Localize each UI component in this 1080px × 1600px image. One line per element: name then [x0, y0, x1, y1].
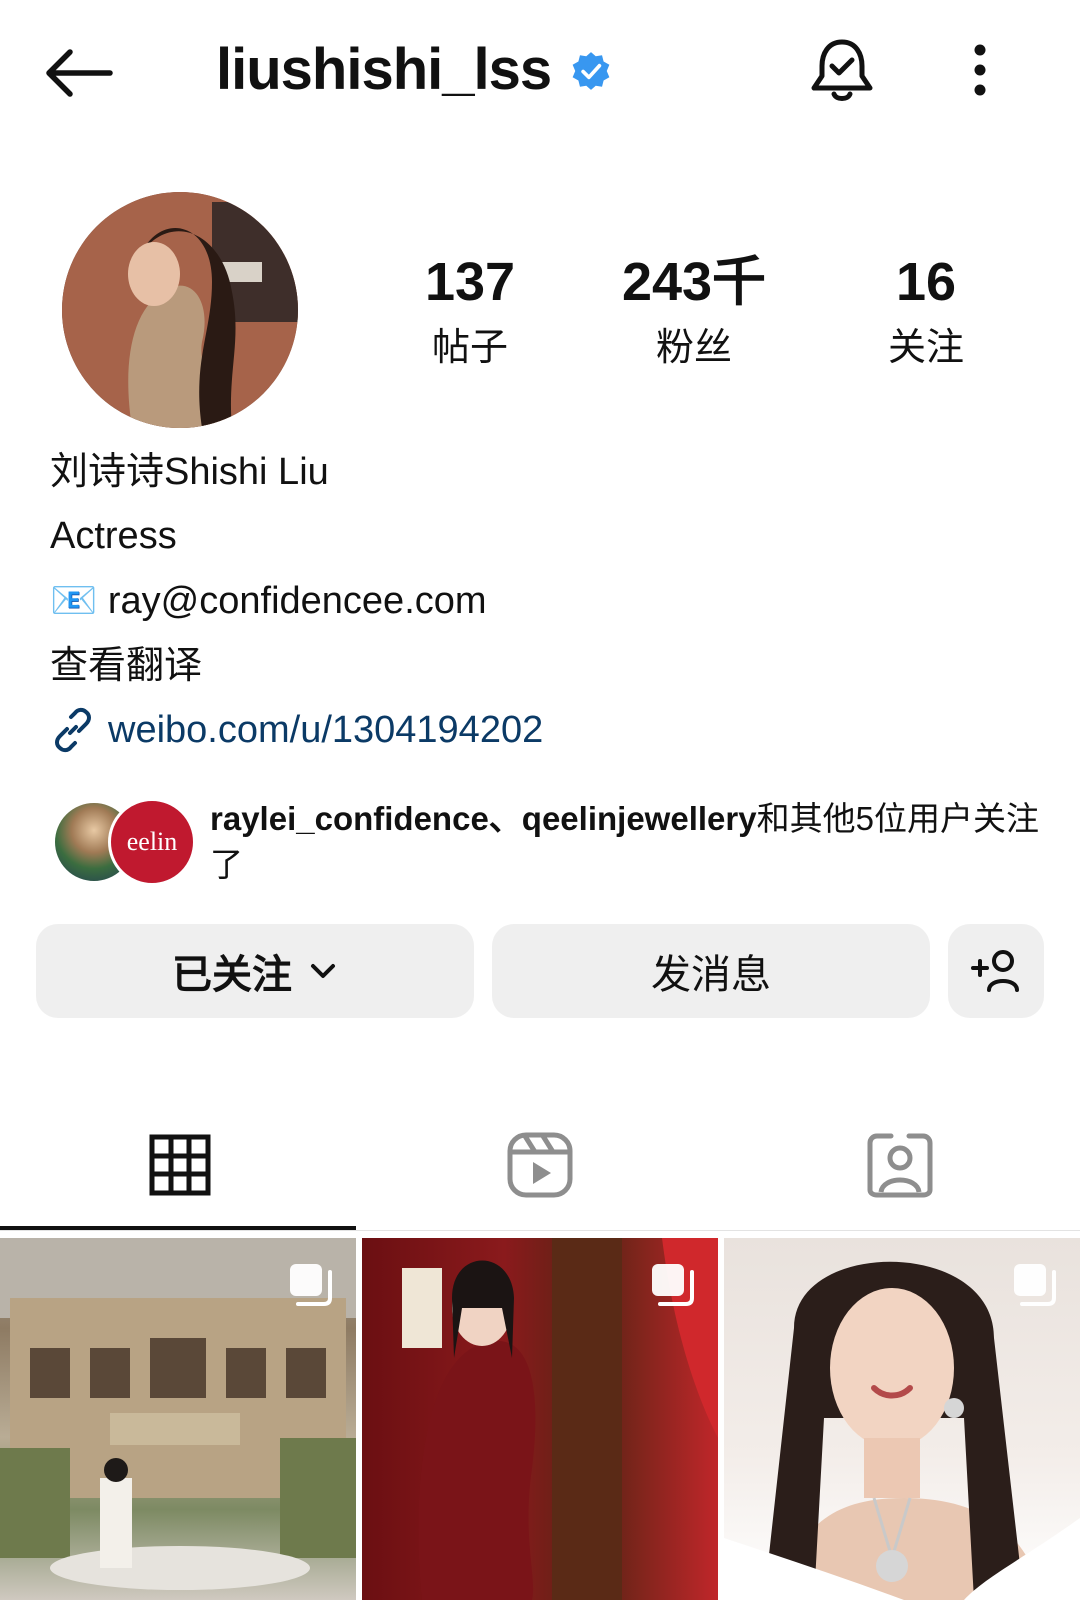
suggested-users-button[interactable] [948, 924, 1044, 1018]
stat-followers-count: 243千 [621, 252, 767, 312]
more-options-icon [974, 44, 986, 96]
follower-avatar-2: eelin [108, 798, 196, 886]
tab-tagged[interactable] [720, 1100, 1080, 1230]
multi-post-icon [1014, 1264, 1056, 1306]
email-icon: 📧 [50, 580, 98, 622]
following-button[interactable]: 已关注 [36, 924, 474, 1018]
stat-followers-label: 粉丝 [655, 327, 732, 369]
bio-link-text: weibo.com/u/1304194202 [108, 709, 544, 751]
bio-link-row[interactable]: weibo.com/u/1304194202 [50, 706, 543, 754]
more-options-button[interactable] [960, 40, 1000, 110]
chevron-down-icon [311, 964, 335, 978]
link-icon [55, 707, 91, 753]
see-translation-link[interactable]: 查看翻译 [50, 642, 202, 690]
reels-icon [507, 1132, 573, 1198]
followed-by-text[interactable]: raylei_confidence、qeelinjewellery和其他5位用户… [210, 796, 1050, 888]
bio-email-line: 📧 ray@confidencee.com [50, 577, 487, 625]
tab-divider [0, 1230, 1080, 1231]
post-thumbnail-2[interactable] [362, 1238, 718, 1600]
notification-bell-button[interactable] [806, 34, 878, 106]
display-name: 刘诗诗Shishi Liu [50, 451, 329, 493]
notification-bell-icon [811, 39, 873, 101]
multi-post-icon [290, 1264, 332, 1306]
back-arrow-icon [46, 49, 113, 97]
add-user-icon [971, 950, 1019, 992]
stat-following-label: 关注 [887, 327, 964, 369]
back-button[interactable] [44, 38, 124, 108]
tagged-person-icon [867, 1133, 933, 1198]
stat-posts[interactable]: 137 帖子 [370, 252, 570, 370]
verified-badge-icon [572, 52, 610, 90]
message-button-label: 发消息 [651, 953, 771, 997]
follower-avatar-2-logo: eelin [126, 827, 178, 856]
profile-username: liushishi_lss [216, 37, 552, 102]
following-button-label: 已关注 [172, 953, 292, 997]
stat-posts-count: 137 [424, 252, 516, 312]
followed-by-names: raylei_confidence、qeelinjewellery [210, 800, 757, 837]
multi-post-icon [652, 1264, 694, 1306]
post-thumbnail-3[interactable] [724, 1238, 1080, 1600]
stat-following[interactable]: 16 关注 [826, 252, 1026, 370]
bio-email: ray@confidencee.com [107, 580, 487, 622]
grid-icon [149, 1134, 211, 1196]
category-label: Actress [50, 515, 177, 557]
stat-posts-label: 帖子 [431, 327, 508, 369]
stat-followers[interactable]: 243千 粉丝 [594, 252, 794, 370]
post-thumbnail-1[interactable] [0, 1238, 356, 1600]
message-button[interactable]: 发消息 [492, 924, 930, 1018]
stat-following-count: 16 [895, 252, 957, 312]
tab-reels[interactable] [360, 1100, 720, 1230]
tab-posts-grid[interactable] [0, 1100, 360, 1230]
profile-avatar[interactable] [62, 192, 298, 428]
